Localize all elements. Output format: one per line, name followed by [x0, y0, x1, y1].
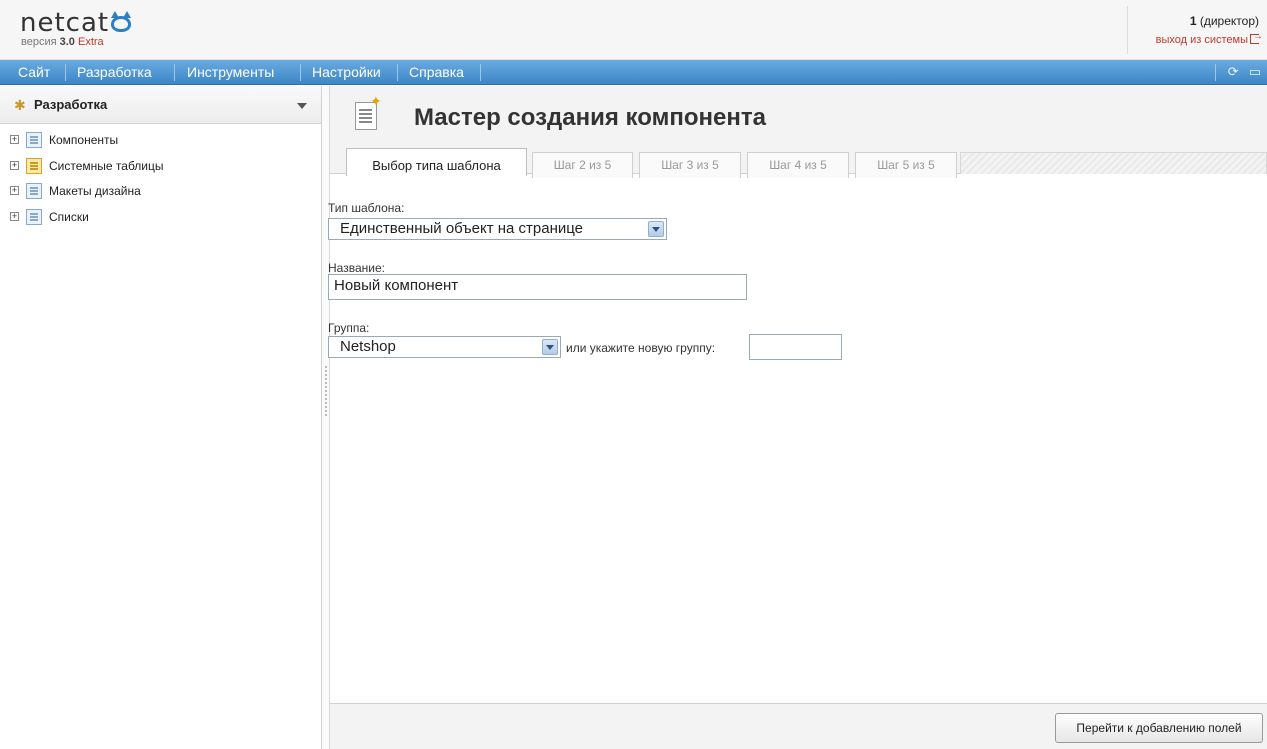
page-title: Мастер создания компонента [414, 104, 766, 131]
menu-item-tools[interactable]: Инструменты [187, 64, 274, 80]
chevron-down-icon[interactable] [648, 221, 664, 237]
menu-separator [300, 64, 301, 81]
cat-logo-icon [111, 11, 132, 32]
group-value: Netshop [340, 338, 396, 355]
system-tables-icon [26, 158, 42, 174]
new-group-input[interactable] [749, 334, 842, 360]
sidebar-item-label: Компоненты [49, 133, 119, 147]
chevron-down-icon[interactable] [297, 103, 307, 109]
template-type-select[interactable]: Единственный объект на странице [328, 218, 667, 240]
chevron-down-icon[interactable] [542, 339, 558, 355]
version-info: версия 3.0 Extra [21, 36, 104, 48]
logout-label: выход из системы [1155, 34, 1248, 46]
wizard-tabs: Выбор типа шаблона Шаг 2 из 5 Шаг 3 из 5… [330, 148, 1267, 178]
component-icon [26, 132, 42, 148]
splitter-grip[interactable] [325, 366, 327, 416]
menu-item-development[interactable]: Разработка [77, 64, 152, 80]
menu-separator [174, 64, 175, 81]
new-group-hint: или укажите новую группу: [566, 341, 716, 355]
tab-step-4[interactable]: Шаг 4 из 5 [747, 152, 849, 178]
menu-item-settings[interactable]: Настройки [312, 64, 381, 80]
tools-icon: ✱ [14, 97, 26, 113]
menu-item-site[interactable]: Сайт [18, 64, 50, 80]
name-label: Название: [328, 261, 385, 275]
template-type-value: Единственный объект на странице [340, 220, 584, 237]
tab-step-3[interactable]: Шаг 3 из 5 [639, 152, 741, 178]
version-number: 3.0 [59, 36, 75, 48]
group-label: Группа: [328, 321, 370, 335]
menu-tools: ⟳ ▭ [1218, 64, 1261, 80]
expand-icon[interactable]: + [10, 161, 19, 170]
tab-template-type[interactable]: Выбор типа шаблона [346, 148, 527, 176]
menu-item-help[interactable]: Справка [409, 64, 464, 80]
header-divider [1127, 6, 1128, 54]
menu-separator [1215, 64, 1216, 81]
next-button[interactable]: Перейти к добавлению полей [1055, 713, 1263, 743]
expand-icon[interactable]: + [10, 186, 19, 195]
main-menu: Сайт Разработка Инструменты Настройки Сп… [0, 60, 1267, 85]
menu-separator [480, 64, 481, 81]
sidebar-title: Разработка [34, 97, 108, 112]
logout-link[interactable]: выход из системы [1155, 31, 1263, 46]
expand-icon[interactable]: + [10, 135, 19, 144]
version-edition: Extra [77, 36, 104, 48]
group-select[interactable]: Netshop [328, 336, 561, 358]
sidebar-item-label: Списки [49, 210, 89, 224]
sidebar-splitter[interactable] [322, 86, 330, 749]
lists-icon [26, 209, 42, 225]
menu-separator [397, 64, 398, 81]
chat-icon[interactable]: ▭ [1249, 64, 1261, 79]
expand-icon[interactable]: + [10, 212, 19, 221]
sidebar-item-label: Макеты дизайна [49, 184, 141, 198]
user-id: 1 [1189, 14, 1197, 28]
logo-text: netcat [20, 8, 110, 38]
main-panel: Мастер создания компонента Выбор типа ша… [328, 86, 1267, 749]
design-template-icon [26, 183, 42, 199]
version-prefix: версия [21, 36, 57, 48]
sidebar-item-label: Системные таблицы [49, 159, 164, 173]
tab-strip-filler [960, 152, 1267, 174]
sidebar: ✱ Разработка + Компоненты + Системные та… [0, 86, 322, 749]
title-bar: Мастер создания компонента Выбор типа ша… [330, 86, 1267, 178]
template-type-label: Тип шаблона: [328, 201, 405, 215]
tab-step-5[interactable]: Шаг 5 из 5 [855, 152, 957, 178]
tab-step-2[interactable]: Шаг 2 из 5 [532, 152, 633, 178]
wizard-document-icon [355, 93, 382, 130]
footer-bar: Перейти к добавлению полей [330, 703, 1267, 749]
refresh-icon[interactable]: ⟳ [1228, 64, 1239, 79]
app-header: netcat версия 3.0 Extra 1 (директор) вых… [0, 0, 1267, 60]
user-box: 1 (директор) выход из системы [1155, 14, 1263, 46]
name-input[interactable]: Новый компонент [328, 274, 747, 300]
netcat-logo[interactable]: netcat [20, 8, 132, 38]
user-info: 1 (директор) [1156, 14, 1259, 28]
logout-icon [1250, 31, 1263, 44]
user-role: (директор) [1199, 14, 1259, 28]
sidebar-header[interactable]: ✱ Разработка [0, 86, 321, 124]
menu-separator [65, 64, 66, 81]
